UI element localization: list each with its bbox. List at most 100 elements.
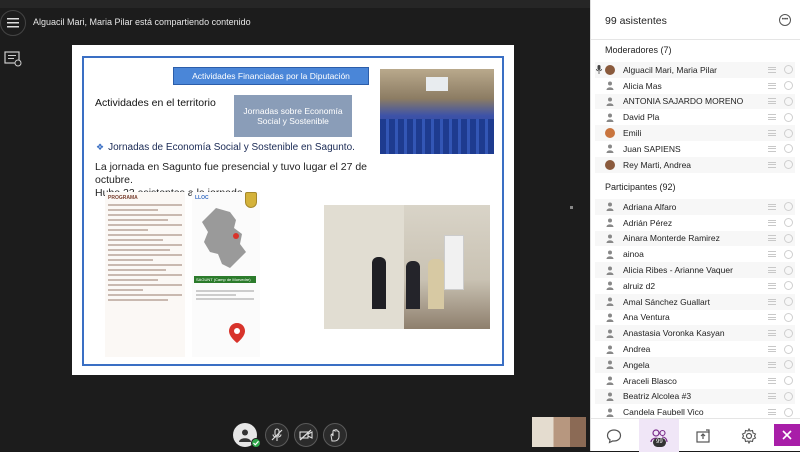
menu-lines-icon[interactable]	[768, 251, 776, 258]
attendee-name: Ainara Monterde Ramirez	[623, 233, 720, 244]
rollup-banner	[444, 235, 464, 290]
menu-lines-icon[interactable]	[768, 98, 776, 105]
menu-lines-icon[interactable]	[768, 114, 776, 121]
attendee-row[interactable]: Emili	[595, 125, 795, 141]
menu-lines-icon[interactable]	[768, 346, 776, 353]
captions-icon[interactable]	[4, 51, 22, 67]
attendee-row[interactable]: Alguacil Mari, Maria Pilar	[595, 62, 795, 78]
avatar	[605, 202, 615, 212]
status-circle-icon	[784, 144, 793, 154]
attendee-row[interactable]: Andrea	[595, 341, 795, 357]
status-circle-icon	[784, 65, 793, 75]
slide-banner: Actividades Financiadas por la Diputació…	[173, 67, 369, 85]
menu-lines-icon[interactable]	[768, 82, 776, 89]
chat-button[interactable]	[604, 426, 624, 446]
menu-lines-icon[interactable]	[768, 66, 776, 73]
attendees-tab-button[interactable]	[639, 419, 679, 452]
attendee-row[interactable]: alruiz d2	[595, 278, 795, 294]
attendee-name: Anastasia Voronka Kasyan	[623, 328, 725, 339]
attendee-row[interactable]: Amal Sánchez Guallart	[595, 293, 795, 310]
attendee-row[interactable]: Araceli Blasco	[595, 373, 795, 389]
status-circle-icon	[784, 96, 793, 106]
location-map-card: LLOC SAGUNT (Camp de Morvedre)	[192, 192, 260, 357]
attendee-name: Adriana Alfaro	[623, 201, 677, 212]
attendee-row[interactable]: Alicia Ribes - Arianne Vaquer	[595, 262, 795, 278]
menu-lines-icon[interactable]	[768, 361, 776, 368]
more-options-icon[interactable]: •••	[779, 14, 791, 26]
menu-lines-icon[interactable]	[768, 161, 776, 168]
person-figure	[372, 257, 386, 309]
menu-lines-icon[interactable]	[768, 130, 776, 137]
person-icon	[606, 408, 614, 417]
attendee-row[interactable]: ANTONIA SAJARDO MORENO	[595, 93, 795, 110]
status-circle-icon	[784, 218, 793, 228]
attendee-row[interactable]: ainoa	[595, 246, 795, 262]
attendee-name: Alicia Mas	[623, 80, 662, 91]
menu-lines-icon[interactable]	[768, 282, 776, 289]
avatar	[605, 233, 615, 243]
attendee-name: Adrián Pérez	[623, 217, 673, 228]
attendee-name: Andrea	[623, 344, 651, 355]
menu-lines-icon[interactable]	[768, 235, 776, 242]
menu-lines-icon[interactable]	[768, 203, 776, 210]
avatar	[605, 218, 615, 228]
settings-button[interactable]	[739, 426, 759, 446]
avatar	[605, 81, 615, 91]
attendee-row[interactable]: Rey Marti, Andrea	[595, 156, 795, 173]
menu-lines-icon[interactable]	[768, 267, 776, 274]
avatar	[605, 360, 615, 370]
menu-lines-icon[interactable]	[768, 145, 776, 152]
collapse-panel-button[interactable]	[774, 424, 800, 446]
attendee-row[interactable]: Adrián Pérez	[595, 215, 795, 231]
attendee-name: Candela Faubell Vico	[623, 407, 704, 418]
avatar	[605, 249, 615, 259]
self-video-thumbnail[interactable]	[532, 417, 586, 447]
microphone-icon	[596, 65, 602, 75]
microphone-toggle-button[interactable]	[265, 423, 289, 447]
attendee-row[interactable]: Angela	[595, 357, 795, 373]
menu-lines-icon[interactable]	[768, 409, 776, 416]
attendee-row[interactable]: Beatriz Alcolea #3	[595, 388, 795, 405]
attendee-row[interactable]: Anastasia Voronka Kasyan	[595, 325, 795, 342]
person-icon	[606, 313, 614, 322]
photo-wall	[324, 205, 404, 329]
avatar	[605, 96, 615, 106]
menu-lines-icon[interactable]	[768, 377, 776, 384]
person-icon	[606, 360, 614, 370]
attendee-row[interactable]: Alicia Mas	[595, 78, 795, 94]
menu-button[interactable]	[0, 10, 26, 36]
attendee-row[interactable]: Ainara Monterde Ramirez	[595, 230, 795, 247]
share-content-button[interactable]	[693, 426, 713, 446]
sharing-status-title: Alguacil Mari, Maria Pilar está comparti…	[33, 17, 251, 27]
menu-lines-icon[interactable]	[768, 298, 776, 305]
chat-icon	[606, 429, 622, 444]
attendee-name: Amal Sánchez Guallart	[623, 296, 710, 307]
status-circle-icon	[784, 202, 793, 212]
camera-off-icon	[299, 429, 313, 441]
attendee-row[interactable]: Ana Ventura	[595, 310, 795, 326]
camera-toggle-button[interactable]	[294, 423, 318, 447]
location-pin-icon	[229, 323, 245, 343]
attendee-name: Beatriz Alcolea #3	[623, 391, 692, 402]
menu-lines-icon[interactable]	[768, 314, 776, 321]
avatar	[605, 376, 615, 386]
person-icon	[606, 218, 614, 228]
person-icon	[606, 281, 614, 291]
attendee-row[interactable]: Adriana Alfaro	[595, 199, 795, 215]
menu-lines-icon[interactable]	[768, 219, 776, 226]
attendee-row[interactable]: Juan SAPIENS	[595, 141, 795, 157]
attendee-row[interactable]: David Pla	[595, 109, 795, 125]
status-circle-icon	[784, 297, 793, 307]
status-circle-icon	[784, 312, 793, 322]
menu-lines-icon[interactable]	[768, 393, 776, 400]
slide-paragraph-line-1: La jornada en Sagunto fue presencial y t…	[95, 161, 368, 186]
region-map-icon	[202, 208, 246, 268]
share-icon	[696, 429, 710, 443]
person-figure	[406, 261, 420, 309]
status-circle-icon	[784, 407, 793, 417]
raise-hand-button[interactable]	[323, 423, 347, 447]
mouse-cursor	[570, 206, 573, 209]
avatar	[605, 344, 615, 354]
menu-lines-icon[interactable]	[768, 330, 776, 337]
avatar	[605, 297, 615, 307]
